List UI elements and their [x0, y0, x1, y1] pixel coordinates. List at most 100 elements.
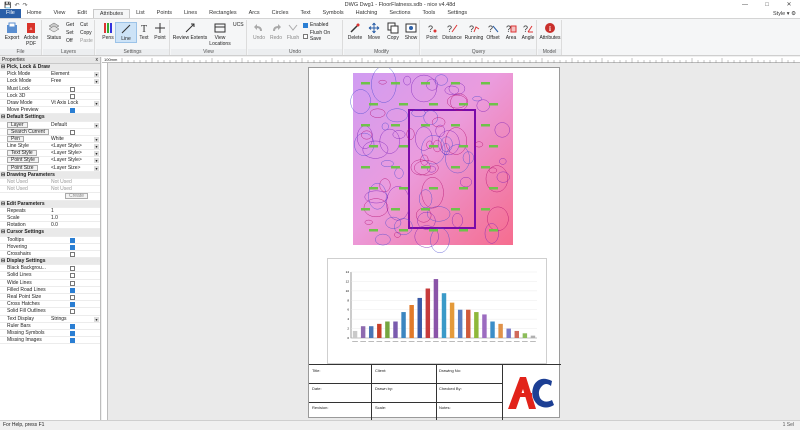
- property-row[interactable]: Point Size <Layer Size> ▾: [0, 164, 100, 172]
- property-value[interactable]: [49, 330, 100, 336]
- section-header[interactable]: ⊟ Edit Parameters: [0, 200, 100, 208]
- section-header[interactable]: ⊟ Pick, Lock & Draw: [0, 64, 100, 72]
- section-header[interactable]: ⊟ Drawing Parameters: [0, 171, 100, 179]
- chart-bar[interactable]: [522, 333, 528, 338]
- property-value[interactable]: Not Used: [49, 179, 100, 185]
- tab-view[interactable]: View: [48, 9, 72, 18]
- property-checkbox[interactable]: [70, 251, 75, 257]
- property-value[interactable]: [49, 323, 100, 329]
- property-value[interactable]: [49, 308, 100, 315]
- property-value[interactable]: Strings ▾: [49, 316, 100, 322]
- property-checkbox[interactable]: [70, 266, 75, 272]
- dropdown-arrow-icon[interactable]: ▾: [94, 136, 99, 142]
- tab-list[interactable]: List: [130, 9, 151, 18]
- property-row[interactable]: Real Point Size: [0, 294, 100, 302]
- chart-bar[interactable]: [457, 309, 463, 338]
- property-checkbox[interactable]: [70, 295, 75, 300]
- create-button[interactable]: Create: [65, 193, 89, 200]
- properties-close-icon[interactable]: x: [96, 57, 99, 64]
- property-value[interactable]: 0.0: [49, 222, 100, 228]
- tab-tools[interactable]: Tools: [416, 9, 441, 18]
- property-value[interactable]: [49, 337, 100, 344]
- dropdown-arrow-icon[interactable]: ▾: [94, 79, 99, 85]
- chart-bar[interactable]: [377, 323, 382, 338]
- property-name[interactable]: Pen: [0, 135, 49, 142]
- chart-bar[interactable]: [368, 326, 374, 338]
- contour-map[interactable]: [309, 68, 561, 253]
- property-row[interactable]: Solid Lines: [0, 272, 100, 280]
- property-button[interactable]: Text Style: [7, 150, 37, 157]
- property-row[interactable]: Rotation 0.0: [0, 222, 100, 230]
- property-row[interactable]: Point Style <Layer Style> ▾: [0, 157, 100, 165]
- dropdown-arrow-icon[interactable]: ▾: [94, 144, 99, 150]
- tab-arcs[interactable]: Arcs: [243, 9, 266, 18]
- property-row[interactable]: Must Lock: [0, 86, 100, 93]
- property-checkbox[interactable]: [70, 129, 75, 135]
- chart-bar[interactable]: [506, 328, 511, 338]
- property-value[interactable]: <Layer Style> ▾: [49, 150, 100, 157]
- chart-bar[interactable]: [417, 297, 422, 338]
- property-value[interactable]: [49, 86, 100, 92]
- property-checkbox[interactable]: [70, 330, 75, 336]
- property-row[interactable]: Draw Mode Vt Axis Lock ▾: [0, 100, 100, 108]
- property-row[interactable]: Layer Default ▾: [0, 121, 100, 129]
- property-button[interactable]: Search Current: [7, 128, 49, 135]
- query-distance-button[interactable]: ? Distance: [441, 22, 463, 41]
- tab-rectangles[interactable]: Rectangles: [203, 9, 243, 18]
- property-checkbox[interactable]: [70, 302, 75, 308]
- set-button[interactable]: Set: [66, 30, 74, 36]
- chart-bar[interactable]: [441, 293, 447, 338]
- horizontal-ruler[interactable]: 100mm: [102, 57, 800, 63]
- property-row[interactable]: Search Current: [0, 128, 100, 136]
- chart-bar[interactable]: [393, 321, 398, 339]
- off-button[interactable]: Off: [66, 38, 73, 44]
- section-header[interactable]: ⊟ Cursor Settings: [0, 229, 100, 237]
- tab-points[interactable]: Points: [151, 9, 178, 18]
- paste-button[interactable]: Paste: [80, 38, 93, 44]
- property-value[interactable]: Vt Axis Lock ▾: [49, 100, 100, 106]
- property-value[interactable]: 1.0: [49, 215, 100, 221]
- chart-bar[interactable]: [401, 312, 406, 338]
- vertical-ruler[interactable]: [102, 63, 108, 420]
- chart-bar[interactable]: [466, 309, 471, 338]
- drawing-canvas[interactable]: 100mm 0 2 4 6 8 10 12 14 Title: Client: …: [102, 57, 800, 420]
- review-extents-button[interactable]: Review Extents: [172, 22, 208, 41]
- property-checkbox[interactable]: [70, 309, 75, 315]
- property-row[interactable]: Missing Symbols: [0, 330, 100, 338]
- chart-bar[interactable]: [352, 330, 358, 338]
- property-value[interactable]: [49, 280, 100, 286]
- property-value[interactable]: <Layer Style> ▾: [49, 157, 100, 164]
- property-row[interactable]: Missing Images: [0, 337, 100, 345]
- property-value[interactable]: [49, 301, 100, 308]
- section-header[interactable]: ⊟ Display Settings: [0, 258, 100, 266]
- property-row[interactable]: Create: [0, 193, 100, 201]
- save-icon[interactable]: 💾: [4, 2, 11, 9]
- property-checkbox[interactable]: [70, 338, 75, 344]
- copy-layer-button[interactable]: Copy: [80, 30, 92, 36]
- property-row[interactable]: Ruler Bars: [0, 323, 100, 330]
- dropdown-arrow-icon[interactable]: ▾: [94, 151, 99, 157]
- undo-icon[interactable]: ↶: [14, 2, 19, 9]
- flush-button[interactable]: Flush: [282, 22, 304, 41]
- property-row[interactable]: Lock 3D: [0, 93, 100, 100]
- property-row[interactable]: Repeats 1: [0, 208, 100, 215]
- property-checkbox[interactable]: [70, 244, 75, 250]
- query-point-button[interactable]: ? Point: [421, 22, 443, 41]
- property-value[interactable]: [49, 287, 100, 293]
- tab-file[interactable]: File: [0, 9, 21, 18]
- property-row[interactable]: Move Preview: [0, 107, 100, 115]
- property-row[interactable]: Scale 1.0: [0, 215, 100, 223]
- property-checkbox[interactable]: [70, 273, 75, 279]
- property-row[interactable]: Not Used Not Used: [0, 186, 100, 194]
- chart-bar[interactable]: [530, 335, 536, 338]
- property-checkbox[interactable]: [70, 108, 75, 114]
- property-checkbox[interactable]: [70, 237, 75, 243]
- chart-bar[interactable]: [385, 321, 390, 339]
- property-button[interactable]: Pen: [7, 135, 24, 142]
- property-value[interactable]: [49, 265, 100, 272]
- tab-symbols[interactable]: Symbols: [317, 9, 350, 18]
- dropdown-arrow-icon[interactable]: ▾: [94, 100, 99, 106]
- attributes-button[interactable]: i Attributes: [538, 22, 562, 41]
- chart-bar[interactable]: [474, 312, 479, 338]
- point-button[interactable]: Point: [149, 22, 171, 41]
